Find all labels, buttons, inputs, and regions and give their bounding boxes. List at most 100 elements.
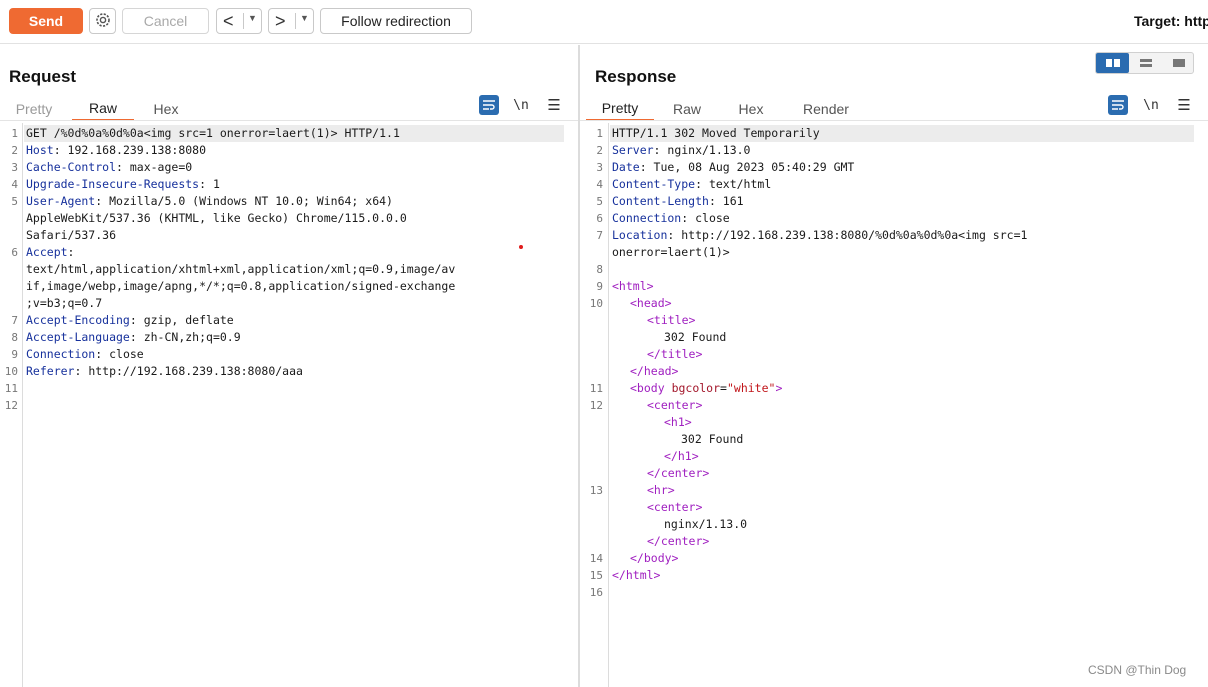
tab-pretty[interactable]: Pretty bbox=[10, 97, 58, 121]
line-number: 7 bbox=[596, 229, 603, 242]
code-line: Content-Type: text/html bbox=[612, 177, 772, 191]
follow-redirection-button[interactable]: Follow redirection bbox=[320, 8, 472, 34]
code-line: AppleWebKit/537.36 (KHTML, like Gecko) C… bbox=[26, 211, 407, 225]
layout-split-icon[interactable] bbox=[1096, 53, 1129, 73]
line-number: 15 bbox=[589, 569, 603, 582]
code-line: Host: 192.168.239.138:8080 bbox=[26, 143, 207, 157]
tab-rule bbox=[0, 120, 578, 121]
button-divider bbox=[295, 13, 296, 29]
line-number: 7 bbox=[11, 314, 18, 327]
code-line: Content-Length: 161 bbox=[612, 194, 744, 208]
code-line: </head> bbox=[630, 364, 679, 378]
line-number: 12 bbox=[589, 399, 603, 412]
menu-icon[interactable]: ☰ bbox=[1174, 95, 1194, 115]
layout-toggle[interactable] bbox=[1095, 52, 1194, 74]
newline-icon[interactable]: \n bbox=[511, 95, 531, 115]
code-line: </center> bbox=[647, 534, 710, 548]
code-line: </h1> bbox=[664, 449, 699, 463]
code-line: text/html,application/xhtml+xml,applicat… bbox=[26, 262, 456, 276]
code-line: onerror=laert(1)> bbox=[612, 245, 730, 259]
code-line: User-Agent: Mozilla/5.0 (Windows NT 10.0… bbox=[26, 194, 393, 208]
code-line: <center> bbox=[647, 500, 703, 514]
response-panel: Response Pretty Raw Hex Render \n ☰ 1 2 … bbox=[580, 45, 1208, 687]
code-line: Safari/537.36 bbox=[26, 228, 117, 242]
layout-tabs-icon[interactable] bbox=[1162, 53, 1195, 73]
line-number: 10 bbox=[589, 297, 603, 310]
code-line: 302 Found bbox=[681, 432, 744, 446]
cursor-marker bbox=[519, 245, 523, 249]
code-line: </body> bbox=[630, 551, 679, 565]
tab-raw[interactable]: Raw bbox=[72, 97, 134, 121]
line-number: 11 bbox=[4, 382, 18, 395]
request-panel: Request Pretty Raw Hex \n ☰ 1 2 3 4 5 6 … bbox=[0, 45, 579, 687]
watermark: CSDN @Thin Dog bbox=[1088, 663, 1187, 677]
tab-hex[interactable]: Hex bbox=[731, 97, 771, 121]
tab-pretty[interactable]: Pretty bbox=[586, 97, 654, 121]
layout-rows-icon[interactable] bbox=[1129, 53, 1162, 73]
line-number: 9 bbox=[596, 280, 603, 293]
code-line: Location: http://192.168.239.138:8080/%0… bbox=[612, 228, 1028, 242]
code-line: Upgrade-Insecure-Requests: 1 bbox=[26, 177, 220, 191]
code-line: ;v=b3;q=0.7 bbox=[26, 296, 103, 310]
line-number: 2 bbox=[596, 144, 603, 157]
code-line: nginx/1.13.0 bbox=[664, 517, 748, 531]
code-line: GET /%0d%0a%0d%0a<img src=1 onerror=laer… bbox=[26, 126, 400, 140]
line-number: 8 bbox=[11, 331, 18, 344]
line-number: 13 bbox=[589, 484, 603, 497]
toolbar: Send Cancel < ▼ > ▼ Follow redirection T… bbox=[0, 0, 1208, 44]
code-line: if,image/webp,image/apng,*/*;q=0.8,appli… bbox=[26, 279, 456, 293]
line-number: 10 bbox=[4, 365, 18, 378]
line-number: 4 bbox=[596, 178, 603, 191]
line-number: 11 bbox=[589, 382, 603, 395]
response-editor[interactable]: 1 2 3 4 5 6 7 8 9 10 11 12 13 14 15 16 H… bbox=[580, 123, 1208, 687]
code-line: Date: Tue, 08 Aug 2023 05:40:29 GMT bbox=[612, 160, 855, 174]
code-line: </title> bbox=[647, 347, 703, 361]
code-line: <h1> bbox=[664, 415, 692, 429]
line-number: 4 bbox=[11, 178, 18, 191]
code-line: </center> bbox=[647, 466, 710, 480]
code-line: Referer: http://192.168.239.138:8080/aaa bbox=[26, 364, 303, 378]
line-number: 9 bbox=[11, 348, 18, 361]
arrow-left-icon: < bbox=[223, 11, 234, 31]
line-number: 1 bbox=[11, 127, 18, 140]
request-title: Request bbox=[9, 67, 77, 86]
send-button[interactable]: Send bbox=[9, 8, 83, 34]
code-line: <head> bbox=[630, 296, 672, 310]
back-button[interactable]: < ▼ bbox=[216, 8, 262, 34]
code-line: <body bgcolor="white"> bbox=[630, 381, 783, 395]
button-divider bbox=[243, 13, 244, 29]
code-line: Connection: close bbox=[612, 211, 730, 225]
line-number: 3 bbox=[596, 161, 603, 174]
tab-rule bbox=[580, 120, 1208, 121]
cancel-button[interactable]: Cancel bbox=[122, 8, 209, 34]
gear-icon bbox=[94, 11, 112, 32]
code-line: 302 Found bbox=[664, 330, 727, 344]
line-number: 1 bbox=[596, 127, 603, 140]
code-line: Accept-Language: zh-CN,zh;q=0.9 bbox=[26, 330, 241, 344]
code-line: Server: nginx/1.13.0 bbox=[612, 143, 751, 157]
forward-button[interactable]: > ▼ bbox=[268, 8, 314, 34]
menu-icon[interactable]: ☰ bbox=[544, 95, 564, 115]
request-editor[interactable]: 1 2 3 4 5 6 7 8 9 10 11 12 GET /%0d%0a%0… bbox=[0, 123, 579, 687]
target-label[interactable]: Target: http bbox=[1134, 13, 1208, 29]
response-title: Response bbox=[595, 67, 677, 86]
code-line: Cache-Control: max-age=0 bbox=[26, 160, 193, 174]
line-number: 16 bbox=[589, 586, 603, 599]
line-number: 6 bbox=[596, 212, 603, 225]
newline-icon[interactable]: \n bbox=[1141, 95, 1161, 115]
tab-raw[interactable]: Raw bbox=[667, 97, 707, 121]
code-line: Connection: close bbox=[26, 347, 144, 361]
pretty-print-icon[interactable] bbox=[1108, 95, 1128, 115]
code-line: <center> bbox=[647, 398, 703, 412]
tab-hex[interactable]: Hex bbox=[142, 97, 190, 121]
dropdown-caret-icon[interactable]: ▼ bbox=[300, 13, 309, 23]
dropdown-caret-icon[interactable]: ▼ bbox=[248, 13, 257, 23]
line-number: 12 bbox=[4, 399, 18, 412]
line-number: 6 bbox=[11, 246, 18, 259]
pretty-print-icon[interactable] bbox=[479, 95, 499, 115]
tab-render[interactable]: Render bbox=[795, 97, 857, 121]
line-number: 14 bbox=[589, 552, 603, 565]
settings-button[interactable] bbox=[89, 8, 116, 34]
code-line: </html> bbox=[612, 568, 661, 582]
code-line: HTTP/1.1 302 Moved Temporarily bbox=[612, 126, 820, 140]
